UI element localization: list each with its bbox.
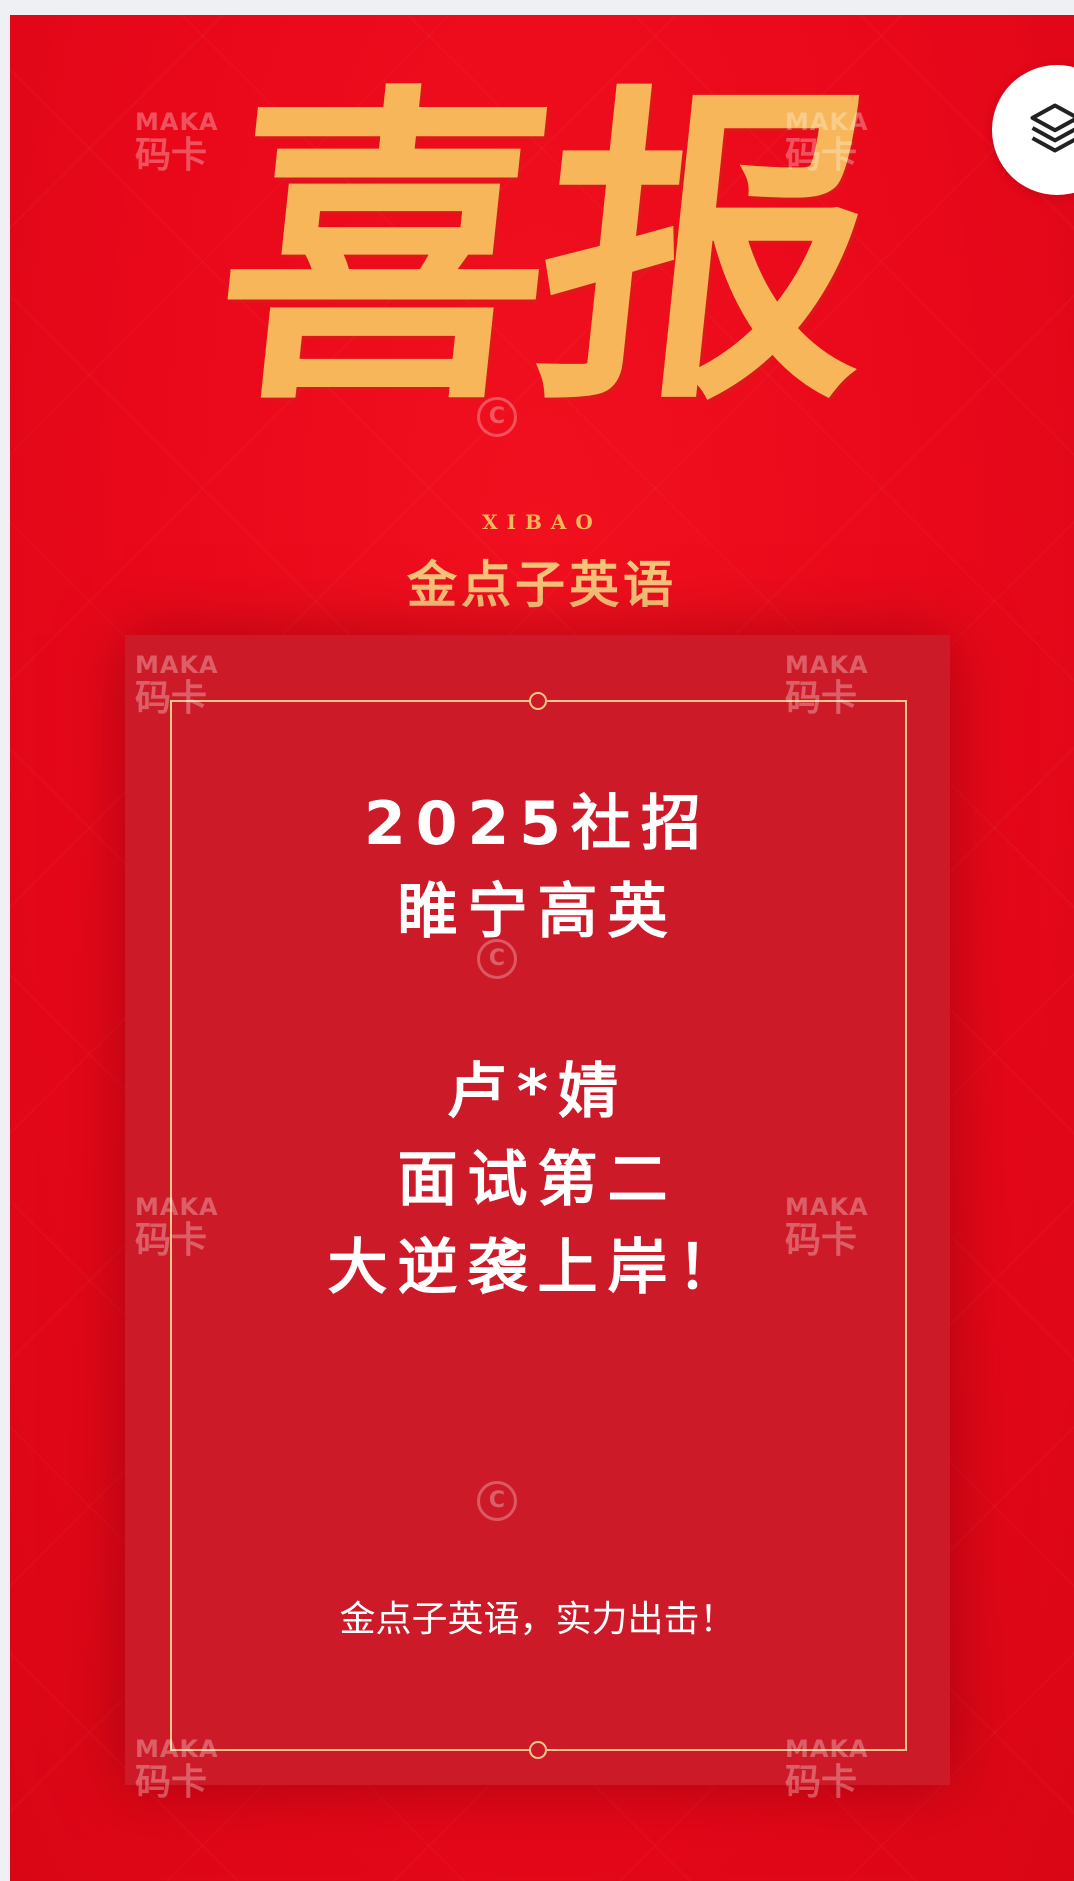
watermark-zh: 码卡: [785, 135, 858, 176]
watermark: MAKA 码卡: [785, 110, 869, 174]
watermark-en: MAKA: [785, 651, 869, 679]
frame-top-ornament: [529, 692, 547, 710]
poster: 喜报 XIBAO 金点子英语 2025社招 睢宁高英 卢*婧 面试第二 大逆袭上…: [10, 15, 1074, 1881]
copyright-mark: C: [477, 1481, 517, 1521]
card-line-year: 2025社招: [364, 789, 711, 859]
watermark-zh: 码卡: [785, 1220, 858, 1261]
watermark: MAKA 码卡: [785, 653, 869, 717]
frame-bottom-ornament: [529, 1741, 547, 1759]
watermark-en: MAKA: [135, 1193, 219, 1221]
watermark-en: MAKA: [135, 108, 219, 136]
card-line-position: 睢宁高英: [397, 877, 678, 947]
watermark-en: MAKA: [785, 1193, 869, 1221]
watermark-en: MAKA: [135, 1735, 219, 1763]
headline-pinyin: XIBAO: [482, 510, 602, 534]
watermark-zh: 码卡: [135, 1220, 208, 1261]
watermark: MAKA 码卡: [135, 1195, 219, 1259]
watermark-zh: 码卡: [785, 678, 858, 719]
card-line-spacer: [125, 956, 950, 1048]
card-line-name: 卢*婧: [446, 1057, 629, 1127]
watermark-zh: 码卡: [135, 1762, 208, 1803]
watermark: MAKA 码卡: [135, 1737, 219, 1801]
watermark: MAKA 码卡: [135, 653, 219, 717]
watermark-en: MAKA: [785, 1735, 869, 1763]
watermark-en: MAKA: [785, 108, 869, 136]
watermark: MAKA 码卡: [785, 1737, 869, 1801]
layers-icon: [1030, 103, 1074, 153]
watermark-zh: 码卡: [785, 1762, 858, 1803]
watermark-zh: 码卡: [135, 135, 208, 176]
watermark-zh: 码卡: [135, 678, 208, 719]
brand-name: 金点子英语: [407, 556, 677, 614]
watermark-en: MAKA: [135, 651, 219, 679]
watermark: MAKA 码卡: [785, 1195, 869, 1259]
watermark: MAKA 码卡: [135, 110, 219, 174]
copyright-mark: C: [477, 939, 517, 979]
copyright-mark: C: [477, 397, 517, 437]
card-slogan: 金点子英语，实力出击！: [339, 1599, 736, 1640]
